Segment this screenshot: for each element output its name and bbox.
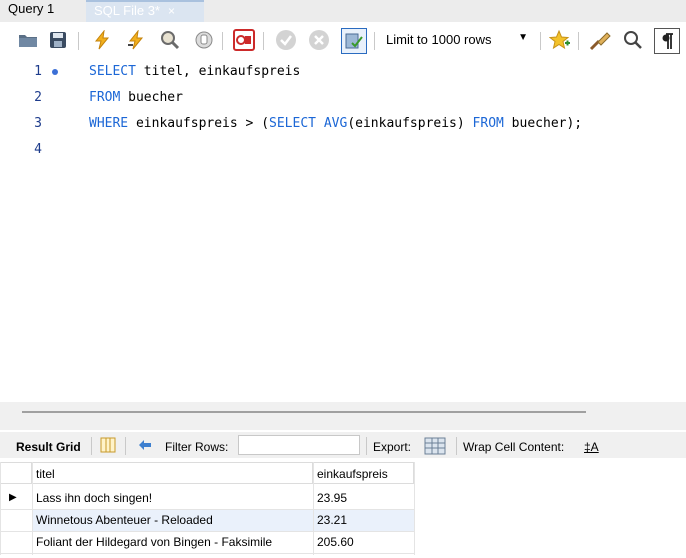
sql-editor-toolbar: Limit to 1000 rows ▼ (0, 22, 686, 59)
limit-rows-value: Limit to 1000 rows (386, 32, 492, 47)
find-icon[interactable] (621, 28, 645, 52)
sql-keyword: FROM (89, 90, 121, 105)
invisible-chars-icon[interactable] (654, 28, 680, 54)
sql-keyword: AVG (323, 116, 348, 131)
line-number: 3 (34, 116, 42, 131)
line-number: 1 (34, 64, 42, 79)
row-pointer (0, 509, 32, 531)
add-snippet-icon[interactable] (548, 28, 572, 52)
grid-border (0, 553, 415, 554)
row-pointer-icon: ▶ (9, 492, 17, 503)
explain-icon[interactable] (158, 28, 182, 52)
line-number: 2 (34, 90, 42, 105)
toolbar-separator (263, 32, 264, 50)
limit-rows-select[interactable]: Limit to 1000 rows ▼ (380, 30, 534, 50)
toolbar-separator (78, 32, 79, 50)
code-line-1: SELECT titel, einkaufspreis (89, 64, 300, 79)
sql-editor[interactable]: 1 2 3 4 SELECT titel, einkaufspreis FROM… (0, 58, 686, 402)
sql-text: einkaufspreis > ( (128, 116, 270, 131)
open-folder-icon[interactable] (16, 28, 40, 52)
cell-einkaufspreis[interactable]: 205.60 (313, 531, 414, 553)
toolbar-separator (456, 437, 457, 455)
sql-text: buecher (120, 90, 183, 105)
sql-text: titel, einkaufspreis (135, 64, 301, 79)
tab-label: Query 1 (8, 1, 55, 16)
row-pointer (0, 531, 32, 553)
sql-keyword: WHERE (89, 116, 129, 131)
result-grid: titel einkaufspreis ▶ Lass ihn doch sing… (0, 460, 686, 558)
horizontal-scrollbar-track[interactable] (0, 402, 686, 430)
cell-titel[interactable]: Foliant der Hildegard von Bingen - Faksi… (32, 531, 313, 553)
filter-rows-input[interactable] (238, 435, 360, 455)
toolbar-separator (374, 32, 375, 50)
grid-corner-header (0, 462, 32, 484)
line-number: 4 (34, 142, 42, 157)
toolbar-separator (540, 32, 541, 50)
execute-current-icon[interactable] (124, 28, 148, 52)
code-line-2: FROM buecher (89, 90, 183, 105)
editor-tab-bar: Query 1 SQL File 3* × (0, 0, 686, 22)
code-line-3: WHERE einkaufspreis > (SELECT AVG(einkau… (89, 116, 582, 131)
toolbar-separator (91, 437, 92, 455)
execute-icon[interactable] (90, 28, 114, 52)
sql-keyword: SELECT (269, 116, 316, 131)
cell-einkaufspreis[interactable]: 23.21 (313, 509, 414, 531)
column-header-titel[interactable]: titel (32, 462, 313, 484)
column-header-einkaufspreis[interactable]: einkaufspreis (313, 462, 414, 484)
cell-titel[interactable]: Winnetous Abenteuer - Reloaded (32, 509, 313, 531)
refresh-icon[interactable] (136, 437, 154, 456)
commit-icon[interactable] (274, 28, 298, 52)
sql-keyword: FROM (472, 116, 504, 131)
tab-sql-file-3[interactable]: SQL File 3* × (86, 0, 204, 22)
grid-border (0, 531, 415, 532)
toolbar-separator (125, 437, 126, 455)
export-icon[interactable] (424, 435, 446, 458)
grid-border (0, 509, 415, 510)
save-icon[interactable] (46, 28, 70, 52)
stop-icon[interactable] (192, 28, 216, 52)
toggle-continue-on-error-icon[interactable] (232, 28, 256, 52)
rollback-icon[interactable] (307, 28, 331, 52)
sql-keyword: SELECT (89, 64, 136, 79)
statement-marker-icon (52, 69, 58, 75)
sql-text: buecher); (503, 116, 583, 131)
wrap-cell-content-icon[interactable]: ‡A (584, 440, 599, 454)
tab-label: SQL File 3* (94, 3, 160, 18)
toolbar-separator (222, 32, 223, 50)
horizontal-scrollbar-thumb[interactable] (22, 411, 586, 413)
cell-einkaufspreis[interactable]: 23.95 (313, 487, 414, 509)
result-grid-label[interactable]: Result Grid (16, 440, 81, 454)
wrap-cell-content-label: Wrap Cell Content: (463, 440, 565, 454)
beautify-icon[interactable] (588, 28, 612, 52)
export-label: Export: (373, 440, 412, 454)
grid-layout-icon[interactable] (100, 437, 116, 456)
toolbar-separator (578, 32, 579, 50)
tab-query-1[interactable]: Query 1 (0, 0, 85, 22)
sql-text: (einkaufspreis) (347, 116, 473, 131)
chevron-down-icon: ▼ (518, 32, 528, 43)
filter-rows-label: Filter Rows: (165, 440, 229, 454)
close-tab-icon[interactable]: × (168, 2, 175, 20)
toolbar-separator (366, 437, 367, 455)
autocommit-icon[interactable] (341, 28, 367, 54)
cell-titel[interactable]: Lass ihn doch singen! (32, 487, 313, 509)
